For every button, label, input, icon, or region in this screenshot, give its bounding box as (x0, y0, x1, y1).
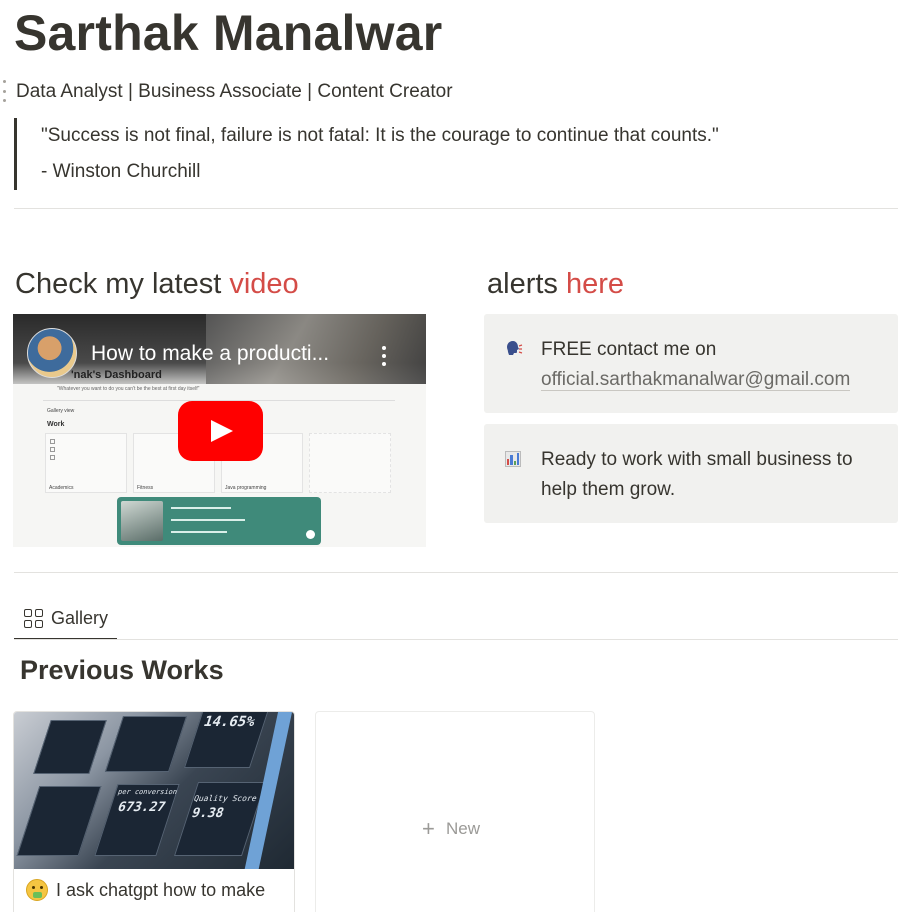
email-link[interactable]: official.sarthakmanalwar@gmail.com (541, 369, 851, 391)
dashboard-gallery-view: Gallery view (47, 408, 75, 414)
music-player-widget (117, 497, 321, 545)
divider (14, 208, 898, 209)
music-track-line (171, 507, 231, 509)
video-heading-text: Check my latest (15, 268, 230, 300)
dashboard-card-label: Fitness (137, 485, 154, 491)
cover-text: 673.27 (115, 800, 168, 815)
new-label: New (446, 819, 481, 838)
checkbox-icon (50, 447, 55, 452)
dashboard-card (45, 433, 127, 493)
music-play-icon (306, 530, 315, 539)
cover-text: 9.38 (189, 806, 226, 821)
page-title: Sarthak Manalwar (14, 5, 443, 61)
card-caption: I ask chatgpt how to make (26, 879, 265, 901)
cover-panel (33, 720, 107, 774)
dashboard-card-label: Academics (49, 485, 74, 491)
money-mouth-face-icon (26, 879, 48, 901)
checkbox-icon (50, 439, 55, 444)
speaking-head-icon (502, 339, 524, 361)
video-title[interactable]: How to make a producti... (91, 342, 329, 366)
cover-text: per conversion (116, 788, 179, 796)
dashboard-title: 'nak's Dashboard (71, 369, 162, 381)
bar-chart-icon (502, 449, 524, 471)
plus-icon: + (422, 816, 435, 841)
card-cover-image: 14.65% 673.27 Quality Score 9.38 per con… (14, 712, 294, 869)
dashboard-subtitle: "Whatever you want to do you can't be th… (57, 386, 200, 392)
music-thumbnail (121, 501, 163, 541)
youtube-play-button[interactable] (178, 401, 263, 461)
music-track-line (171, 531, 227, 533)
new-card-button[interactable]: + New (315, 711, 595, 912)
alerts-heading-text: alerts (487, 268, 566, 300)
quote-text: "Success is not final, failure is not fa… (41, 125, 719, 146)
dashboard-work-label: Work (47, 421, 65, 428)
dashboard-card-label: Java programming (225, 485, 267, 491)
gallery-card[interactable]: 14.65% 673.27 Quality Score 9.38 per con… (13, 711, 295, 912)
cover-panel (104, 716, 188, 772)
gallery-grid-icon (24, 608, 43, 628)
more-options-icon[interactable] (382, 346, 386, 366)
cover-text: 14.65% (201, 714, 258, 730)
cover-panel (16, 786, 102, 856)
quote-block: "Success is not final, failure is not fa… (14, 118, 874, 190)
page-subtitle: Data Analyst | Business Associate | Cont… (16, 81, 453, 102)
checkbox-icon (50, 455, 55, 460)
tab-label: Gallery (51, 607, 109, 628)
tab-divider (14, 639, 898, 640)
channel-avatar[interactable] (27, 328, 77, 378)
music-track-line (171, 519, 245, 521)
contact-text: FREE contact me on (541, 339, 717, 360)
video-heading: Check my latest video (15, 268, 299, 301)
video-embed[interactable]: 'nak's Dashboard "Whatever you want to d… (13, 314, 426, 547)
quote-author: - Winston Churchill (41, 161, 201, 182)
drag-handle-icon[interactable] (1, 80, 7, 102)
alerts-heading: alerts here (487, 268, 624, 301)
tab-gallery[interactable]: Gallery (14, 598, 117, 640)
dashboard-card-new (309, 433, 391, 493)
card-caption-text: I ask chatgpt how to make (56, 879, 266, 900)
video-heading-accent: video (229, 268, 299, 300)
cover-text: Quality Score (192, 794, 259, 803)
business-text: Ready to work with small business to hel… (541, 449, 853, 500)
callout-contact: FREE contact me on official.sarthakmanal… (484, 314, 898, 413)
gallery-title: Previous Works (20, 655, 224, 685)
callout-text: FREE contact me on official.sarthakmanal… (541, 335, 881, 395)
callout-business: Ready to work with small business to hel… (484, 424, 898, 523)
divider (14, 572, 898, 573)
alerts-heading-accent: here (565, 268, 625, 300)
